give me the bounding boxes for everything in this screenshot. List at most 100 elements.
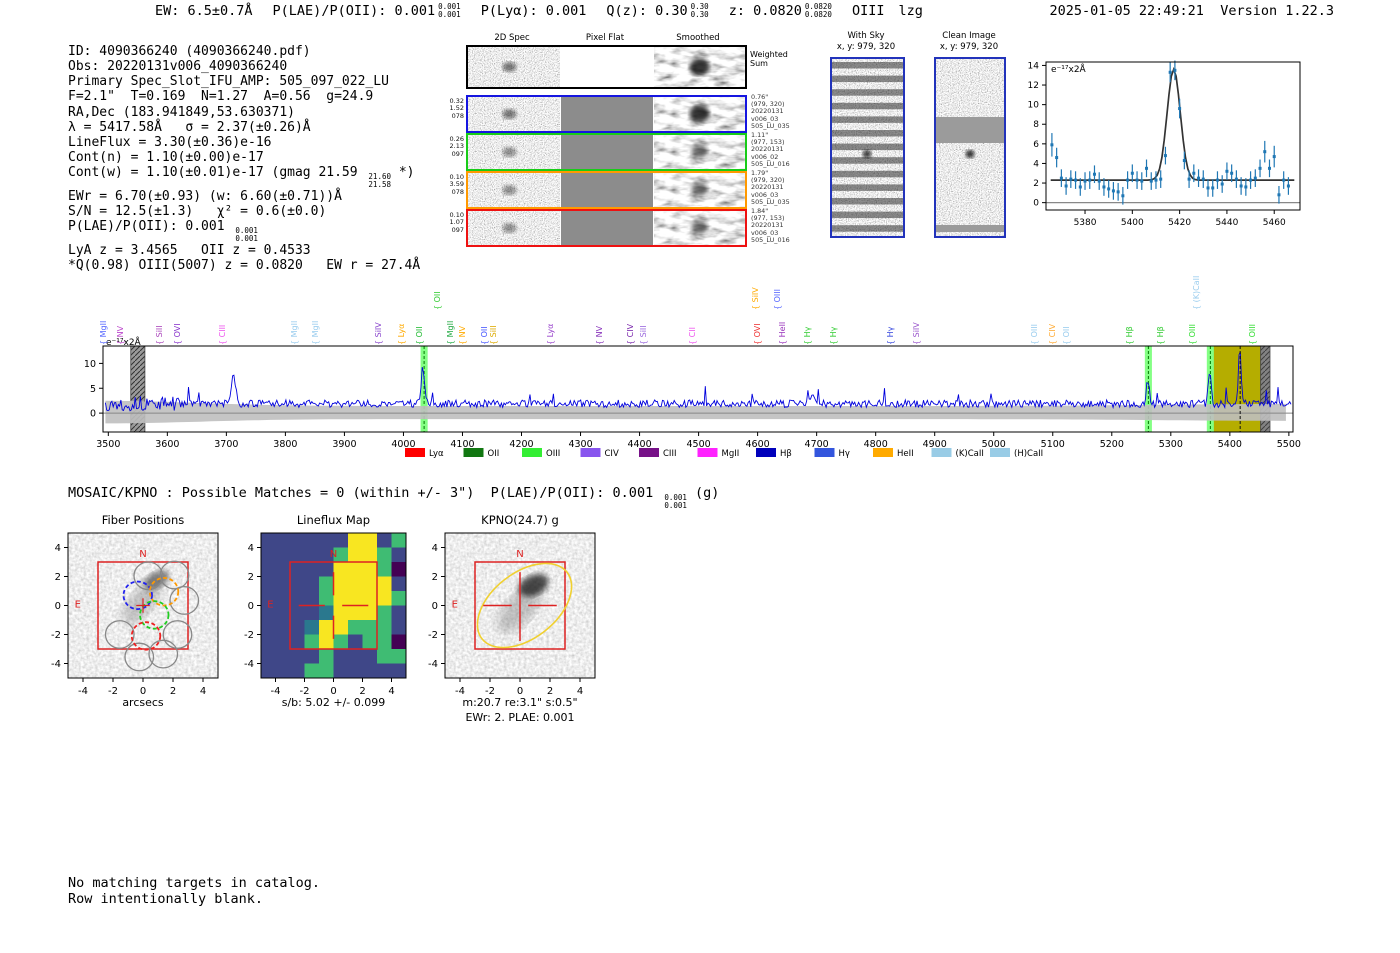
line-label-siiv: { SiIV: [373, 322, 383, 345]
svg-text:4: 4: [200, 686, 206, 697]
line-label-heii: { HeII: [778, 321, 788, 345]
line-label-siii: { SiII: [489, 325, 499, 345]
legend-item: OIII: [522, 448, 560, 459]
qz-range: 0.30 0.30: [690, 2, 709, 19]
svg-text:5400: 5400: [1121, 218, 1144, 228]
svg-text:Lyα: Lyα: [429, 449, 444, 459]
line-label-ovi: { OVI: [752, 323, 762, 345]
svg-text:10: 10: [1028, 101, 1039, 111]
svg-text:E: E: [267, 600, 273, 611]
spec2d-image: [654, 47, 745, 87]
svg-text:KPNO(24.7) g: KPNO(24.7) g: [481, 513, 559, 527]
spec2d-row-weights: 0.26 2.13 097: [449, 135, 464, 158]
svg-text:EWr: 2. PLAE: 0.001: EWr: 2. PLAE: 0.001: [465, 711, 574, 724]
spec2d-image: [654, 97, 745, 131]
svg-text:(H)CaII: (H)CaII: [1014, 449, 1043, 459]
line-label-ly: { Lyα: [546, 323, 556, 345]
text-line: Primary Spec_Slot_IFU_AMP: 505_097_022_L…: [68, 74, 389, 90]
line-label-h: { Hγ: [886, 326, 896, 345]
svg-text:4: 4: [432, 543, 438, 554]
svg-text:N: N: [330, 549, 337, 560]
svg-text:N: N: [516, 549, 523, 560]
svg-text:N: N: [139, 549, 146, 560]
svg-text:5100: 5100: [1041, 439, 1065, 450]
line-label-nv: { NV: [116, 325, 126, 345]
line-label-h: { Hγ: [803, 326, 813, 345]
spec2d-row-annotation: 1.79" (979, 320) 20220131 v006_03 505_LU_035: [751, 169, 790, 206]
text-line: Obs: 20220131v006_4090366240: [68, 59, 288, 75]
spec2d-row: [466, 209, 747, 247]
svg-text:s/b: 5.02 +/- 0.099: s/b: 5.02 +/- 0.099: [282, 696, 386, 709]
clean-image-title: Clean Image x, y: 979, 320: [939, 31, 999, 52]
svg-text:5380: 5380: [1074, 218, 1097, 228]
svg-text:6: 6: [1033, 140, 1039, 150]
svg-text:5200: 5200: [1100, 439, 1124, 450]
legend-item: OII: [463, 448, 499, 459]
line-label-siii: { SiII: [155, 325, 165, 345]
svg-text:OIII: OIII: [546, 449, 560, 459]
svg-text:0: 0: [432, 601, 438, 612]
svg-text:8: 8: [1033, 120, 1039, 130]
spec2d-row: [466, 45, 747, 89]
header-summary: EW: 6.5±0.7Å P(LAE)/P(OII): 0.001 0.001 0.0…: [155, 3, 923, 19]
legend-item: (K)CaII: [931, 448, 984, 459]
svg-text:3700: 3700: [214, 439, 238, 450]
text-line: S/N = 12.5(±1.3) χ² = 0.6(±0.0): [68, 204, 327, 220]
legend-item: Hβ: [756, 448, 792, 459]
svg-text:4: 4: [577, 686, 583, 697]
svg-text:2: 2: [1033, 179, 1039, 189]
svg-text:3600: 3600: [155, 439, 179, 450]
svg-text:4: 4: [1033, 159, 1039, 169]
line-label-civ: { CIV: [626, 323, 636, 345]
z-value: z: 0.0820: [728, 3, 802, 19]
svg-text:3900: 3900: [332, 439, 356, 450]
svg-text:Hγ: Hγ: [839, 449, 850, 459]
spec2d-image: [561, 135, 653, 169]
svg-text:-2: -2: [51, 630, 61, 641]
line-label-oiii: { OIII: [1247, 323, 1257, 345]
text-line: RA,Dec (183.941849,53.630371): [68, 104, 295, 120]
legend-item: Lyα: [405, 448, 444, 459]
line-fit-chart: 0 2 4 6 8 10 12 14 5380 5400 5420 5440 5460 e⁻¹⁷x2Å: [1028, 60, 1301, 228]
legend-item: HeII: [873, 448, 914, 459]
text-line: Cont(n) = 1.10(±0.00)e-17: [68, 150, 264, 166]
line-label-ly: { Lyα: [397, 323, 407, 345]
clean-image-cutout: [934, 57, 1006, 238]
line-label-oii: { OII: [432, 291, 442, 310]
spec2d-row: [466, 171, 747, 209]
svg-text:14: 14: [1028, 61, 1039, 71]
spec2d-image: [561, 97, 653, 131]
line-label-siiv: { SiIV: [912, 322, 922, 345]
text-line: MOSAIC/KPNO : Possible Matches = 0 (with…: [68, 485, 720, 510]
line-label-oii: { OII: [415, 326, 425, 345]
line-label-civ: { CIV: [1047, 323, 1057, 345]
svg-text:Hβ: Hβ: [780, 449, 792, 459]
spec2d-row-annotation: 0.76" (979, 320) 20220131 v006_03 505_LU_035: [751, 93, 790, 130]
spec2d-row-weights: 0.10 3.59 078: [449, 173, 464, 196]
lineflux-map-panel: Lineflux Map-4-4-2-2002244NEs/b: 5.02 +/…: [244, 513, 407, 709]
full-spectrum-chart: 05103500 3600 3700 3800 3900 4000 4100 4200 4300…: [85, 336, 1301, 459]
spec2d-row: [466, 95, 747, 133]
svg-text:-4: -4: [428, 659, 438, 670]
svg-text:Fiber Positions: Fiber Positions: [102, 513, 185, 527]
legend-item: (H)CaII: [990, 448, 1043, 459]
svg-text:E: E: [452, 600, 458, 611]
line-label-h: { Hβ: [1124, 326, 1134, 345]
svg-text:0: 0: [90, 409, 96, 420]
text-line: Cont(w) = 1.10(±0.01)e-17 (gmag 21.59 21…: [68, 165, 415, 190]
svg-text:3500: 3500: [96, 439, 120, 450]
text-line: F=2.1" T=0.169 N=1.27 A=0.56 g=24.9: [68, 89, 374, 105]
svg-text:4: 4: [388, 686, 394, 697]
svg-text:5500: 5500: [1277, 439, 1301, 450]
spec2d-image: [561, 173, 653, 207]
z-range: 0.0820 0.0820: [804, 2, 832, 19]
footer-note: No matching targets in catalog. Row inte…: [68, 875, 320, 907]
svg-text:12: 12: [1028, 81, 1039, 91]
fiber-positions-panel: Fiber Positions-4-4-2-2002244NEarcsecs: [51, 513, 219, 709]
svg-text:CIII: CIII: [663, 449, 676, 459]
svg-text:e⁻¹⁷x2Å: e⁻¹⁷x2Å: [1051, 63, 1087, 75]
line-label-nv: { NV: [594, 325, 604, 345]
svg-text:0: 0: [1033, 199, 1039, 209]
svg-text:Lineflux Map: Lineflux Map: [297, 513, 370, 527]
svg-text:0: 0: [55, 601, 61, 612]
